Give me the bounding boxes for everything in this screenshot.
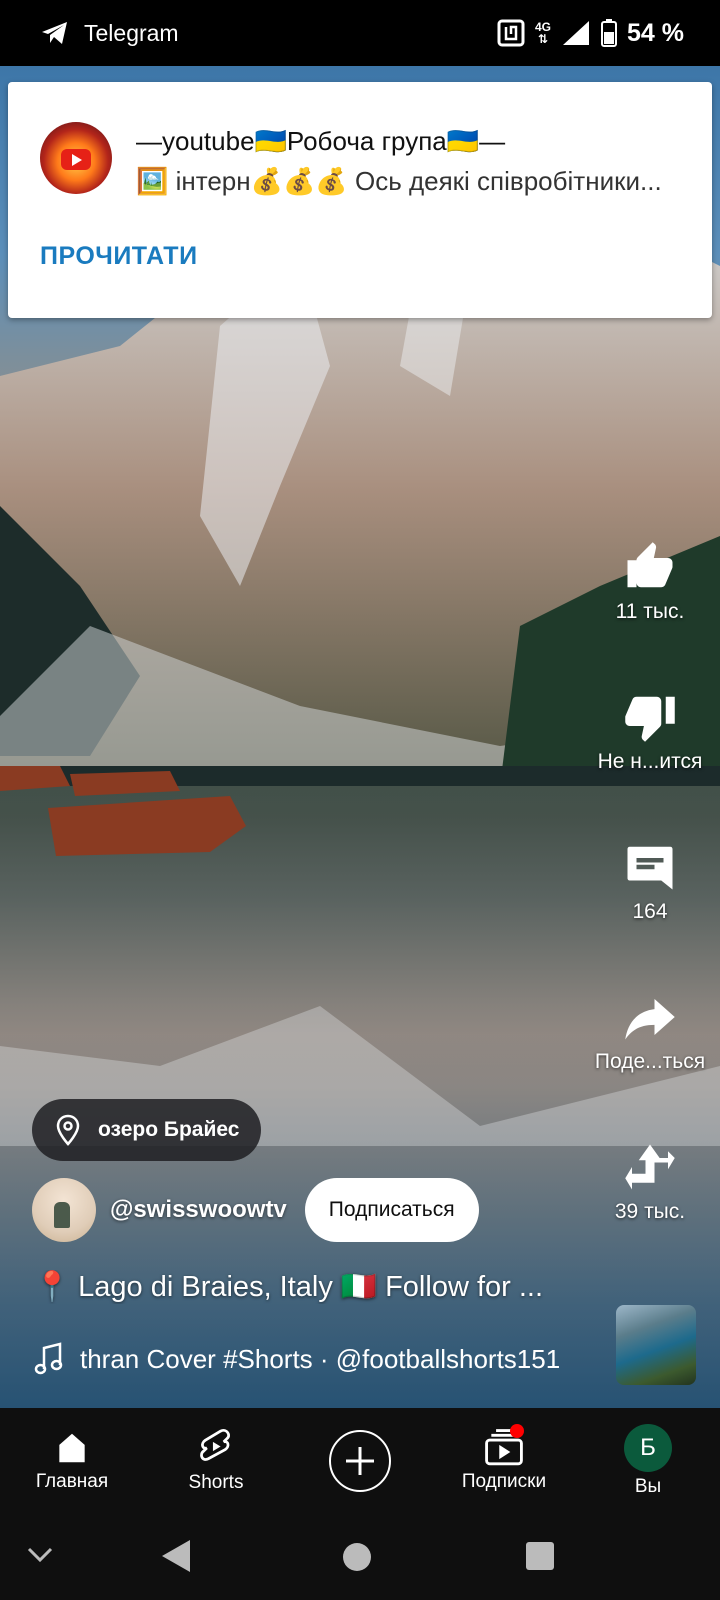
recents-icon[interactable] [524, 1540, 556, 1572]
dislike-label: Не н...ится [597, 750, 703, 773]
notification-read-button[interactable]: ПРОЧИТАТИ [40, 242, 198, 271]
nav-subscriptions[interactable]: Подписки [432, 1408, 576, 1514]
share-button[interactable]: Поде...ться [580, 990, 720, 1074]
battery-icon [601, 19, 618, 47]
battery-percent: 54 % [627, 18, 684, 47]
channel-row: @swisswoowtv Подписаться [32, 1178, 479, 1242]
nav-home-label: Главная [35, 1471, 109, 1492]
music-track: thran Cover #Shorts · @footballshorts151 [80, 1343, 561, 1374]
remix-count: 39 тыс. [614, 1200, 686, 1223]
nfc-icon [497, 19, 525, 47]
music-note-icon [34, 1342, 63, 1375]
nav-create[interactable] [288, 1408, 432, 1514]
music-row[interactable]: thran Cover #Shorts · @footballshorts151 [34, 1342, 594, 1376]
audio-thumbnail[interactable] [616, 1305, 696, 1385]
like-button[interactable]: 11 тыс. [580, 540, 720, 624]
like-count: 11 тыс. [615, 600, 685, 623]
dislike-button[interactable]: Не н...ится [580, 690, 720, 774]
notification-card[interactable]: —youtube🇺🇦Робоча група🇺🇦— 🖼️ інтерн💰💰💰 О… [8, 82, 712, 318]
nav-shorts[interactable]: Shorts [144, 1408, 288, 1514]
status-bar: Telegram 4G ⇅ 54 % [0, 0, 720, 66]
nav-you-label: Вы [634, 1476, 662, 1497]
back-icon[interactable] [160, 1538, 194, 1574]
channel-handle[interactable]: @swisswoowtv [110, 1196, 287, 1224]
home-circle-icon[interactable] [340, 1540, 374, 1574]
comments-button[interactable]: 164 [580, 840, 720, 924]
subscriptions-badge [510, 1424, 524, 1438]
status-left: Telegram [40, 20, 179, 47]
account-icon: Б [624, 1424, 672, 1472]
video-caption[interactable]: 📍 Lago di Braies, Italy 🇮🇹 Follow for ..… [34, 1270, 594, 1304]
bottom-navigation: Главная Shorts Подписки Б Вы [0, 1408, 720, 1514]
home-icon [59, 1433, 85, 1463]
remix-button[interactable]: 39 тыс. [580, 1140, 720, 1224]
status-right: 4G ⇅ 54 % [497, 19, 684, 48]
location-pin-icon [56, 1114, 80, 1146]
comments-count: 164 [632, 900, 668, 923]
share-label: Поде...ться [594, 1050, 706, 1073]
nav-shorts-label: Shorts [188, 1472, 244, 1493]
system-navigation-bar [0, 1514, 720, 1600]
comment-icon [627, 846, 673, 890]
create-icon [329, 1430, 391, 1492]
notification-title: —youtube🇺🇦Робоча група🇺🇦— [136, 126, 506, 156]
location-label: озеро Брайес [98, 1118, 240, 1141]
signal-icon [563, 21, 590, 45]
location-chip[interactable]: озеро Брайес [32, 1099, 262, 1161]
youtube-logo-icon [61, 149, 91, 170]
telegram-icon [42, 22, 67, 44]
notification-body: 🖼️ інтерн💰💰💰 Ось деякі співробітники... [136, 166, 662, 196]
nav-you[interactable]: Б Вы [576, 1408, 720, 1514]
thumbs-down-icon [625, 696, 675, 742]
notification-avatar [40, 122, 112, 194]
nav-subscriptions-label: Подписки [461, 1471, 547, 1492]
shorts-icon [200, 1429, 230, 1461]
channel-avatar[interactable] [32, 1178, 96, 1242]
network-indicator: 4G ⇅ [535, 20, 552, 46]
remix-icon [625, 1144, 675, 1190]
nav-home[interactable]: Главная [0, 1408, 144, 1514]
status-app-name: Telegram [84, 19, 179, 46]
chevron-down-icon[interactable] [26, 1544, 54, 1566]
share-icon [625, 999, 675, 1040]
thumbs-up-icon [627, 542, 673, 588]
subscribe-button[interactable]: Подписаться [304, 1178, 479, 1242]
